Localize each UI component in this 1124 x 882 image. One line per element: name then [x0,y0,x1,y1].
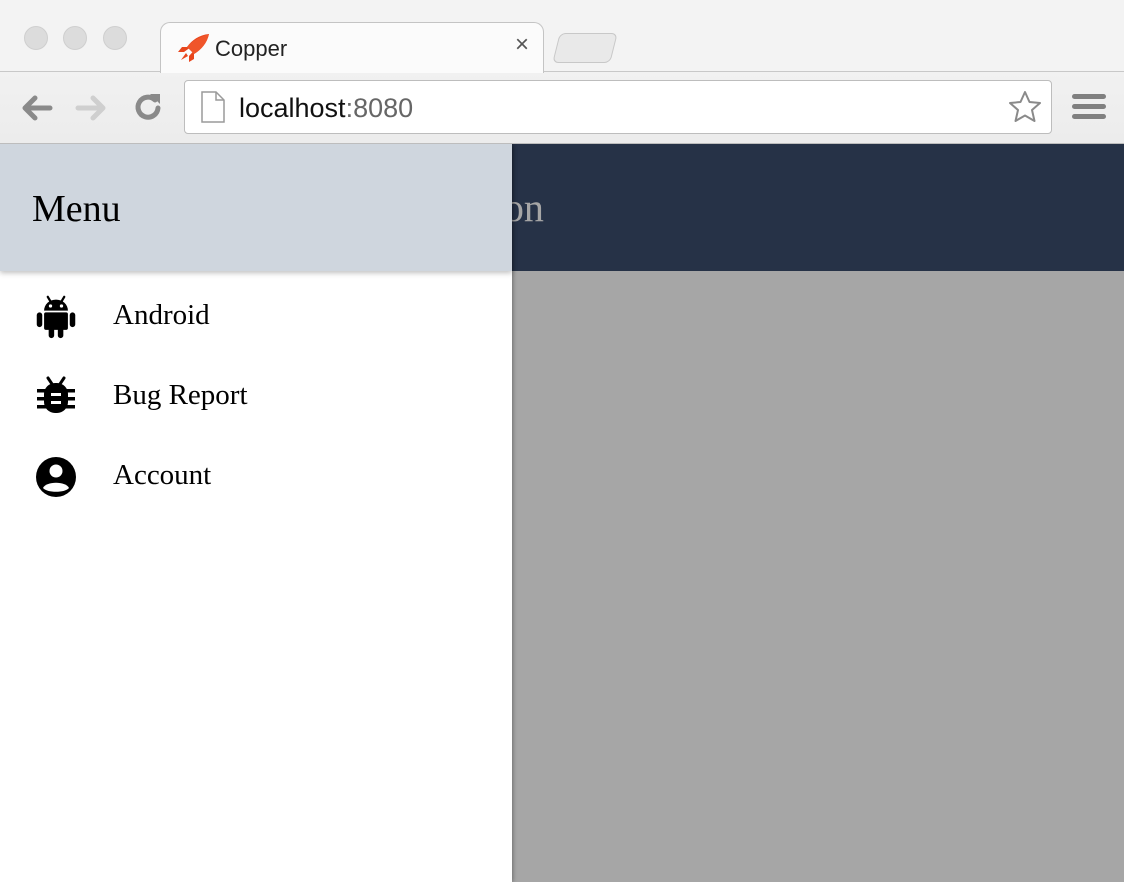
drawer-item-label: Bug Report [113,379,248,411]
bug-icon [37,376,75,413]
rocket-icon [178,34,209,62]
drawer-title: Menu [32,188,121,230]
address-bar[interactable]: localhost:8080 [184,80,1052,134]
zoom-window-button[interactable] [103,26,127,50]
tab-strip: Copper × [0,0,1124,73]
drawer-item-android[interactable]: Android [0,295,512,375]
menu-bar [1072,114,1106,119]
drawer-item-account[interactable]: Account [0,455,512,535]
hamburger-menu-icon[interactable] [1072,94,1106,122]
url-port: :8080 [345,93,414,123]
forward-arrow-icon[interactable] [74,90,110,126]
drawer-header: Menu [0,144,512,271]
android-icon [36,295,76,339]
close-window-button[interactable] [24,26,48,50]
minimize-window-button[interactable] [63,26,87,50]
menu-bar [1072,94,1106,99]
url-host: localhost [239,93,346,123]
drawer-menu-list: Android Bug Report Account [0,295,512,535]
tab-title: Copper [215,36,288,61]
page-icon [201,91,225,123]
tab-close-icon[interactable]: × [515,33,529,57]
drawer-item-label: Account [113,459,212,491]
star-icon[interactable] [1007,89,1043,125]
account-circle-icon [36,457,76,497]
reload-icon[interactable] [130,90,166,126]
back-arrow-icon[interactable] [18,90,54,126]
drawer-item-bug-report[interactable]: Bug Report [0,375,512,455]
new-tab-button[interactable] [552,33,618,63]
drawer-item-label: Android [113,299,210,331]
url-text: localhost:8080 [239,93,413,124]
navigation-drawer: Menu Android Bug Report Account [0,144,512,882]
browser-chrome: Copper × localhost:8080 [0,0,1124,144]
menu-bar [1072,104,1106,109]
web-page: Application Menu Andr [0,144,1124,882]
browser-tab[interactable]: Copper × [160,22,544,73]
